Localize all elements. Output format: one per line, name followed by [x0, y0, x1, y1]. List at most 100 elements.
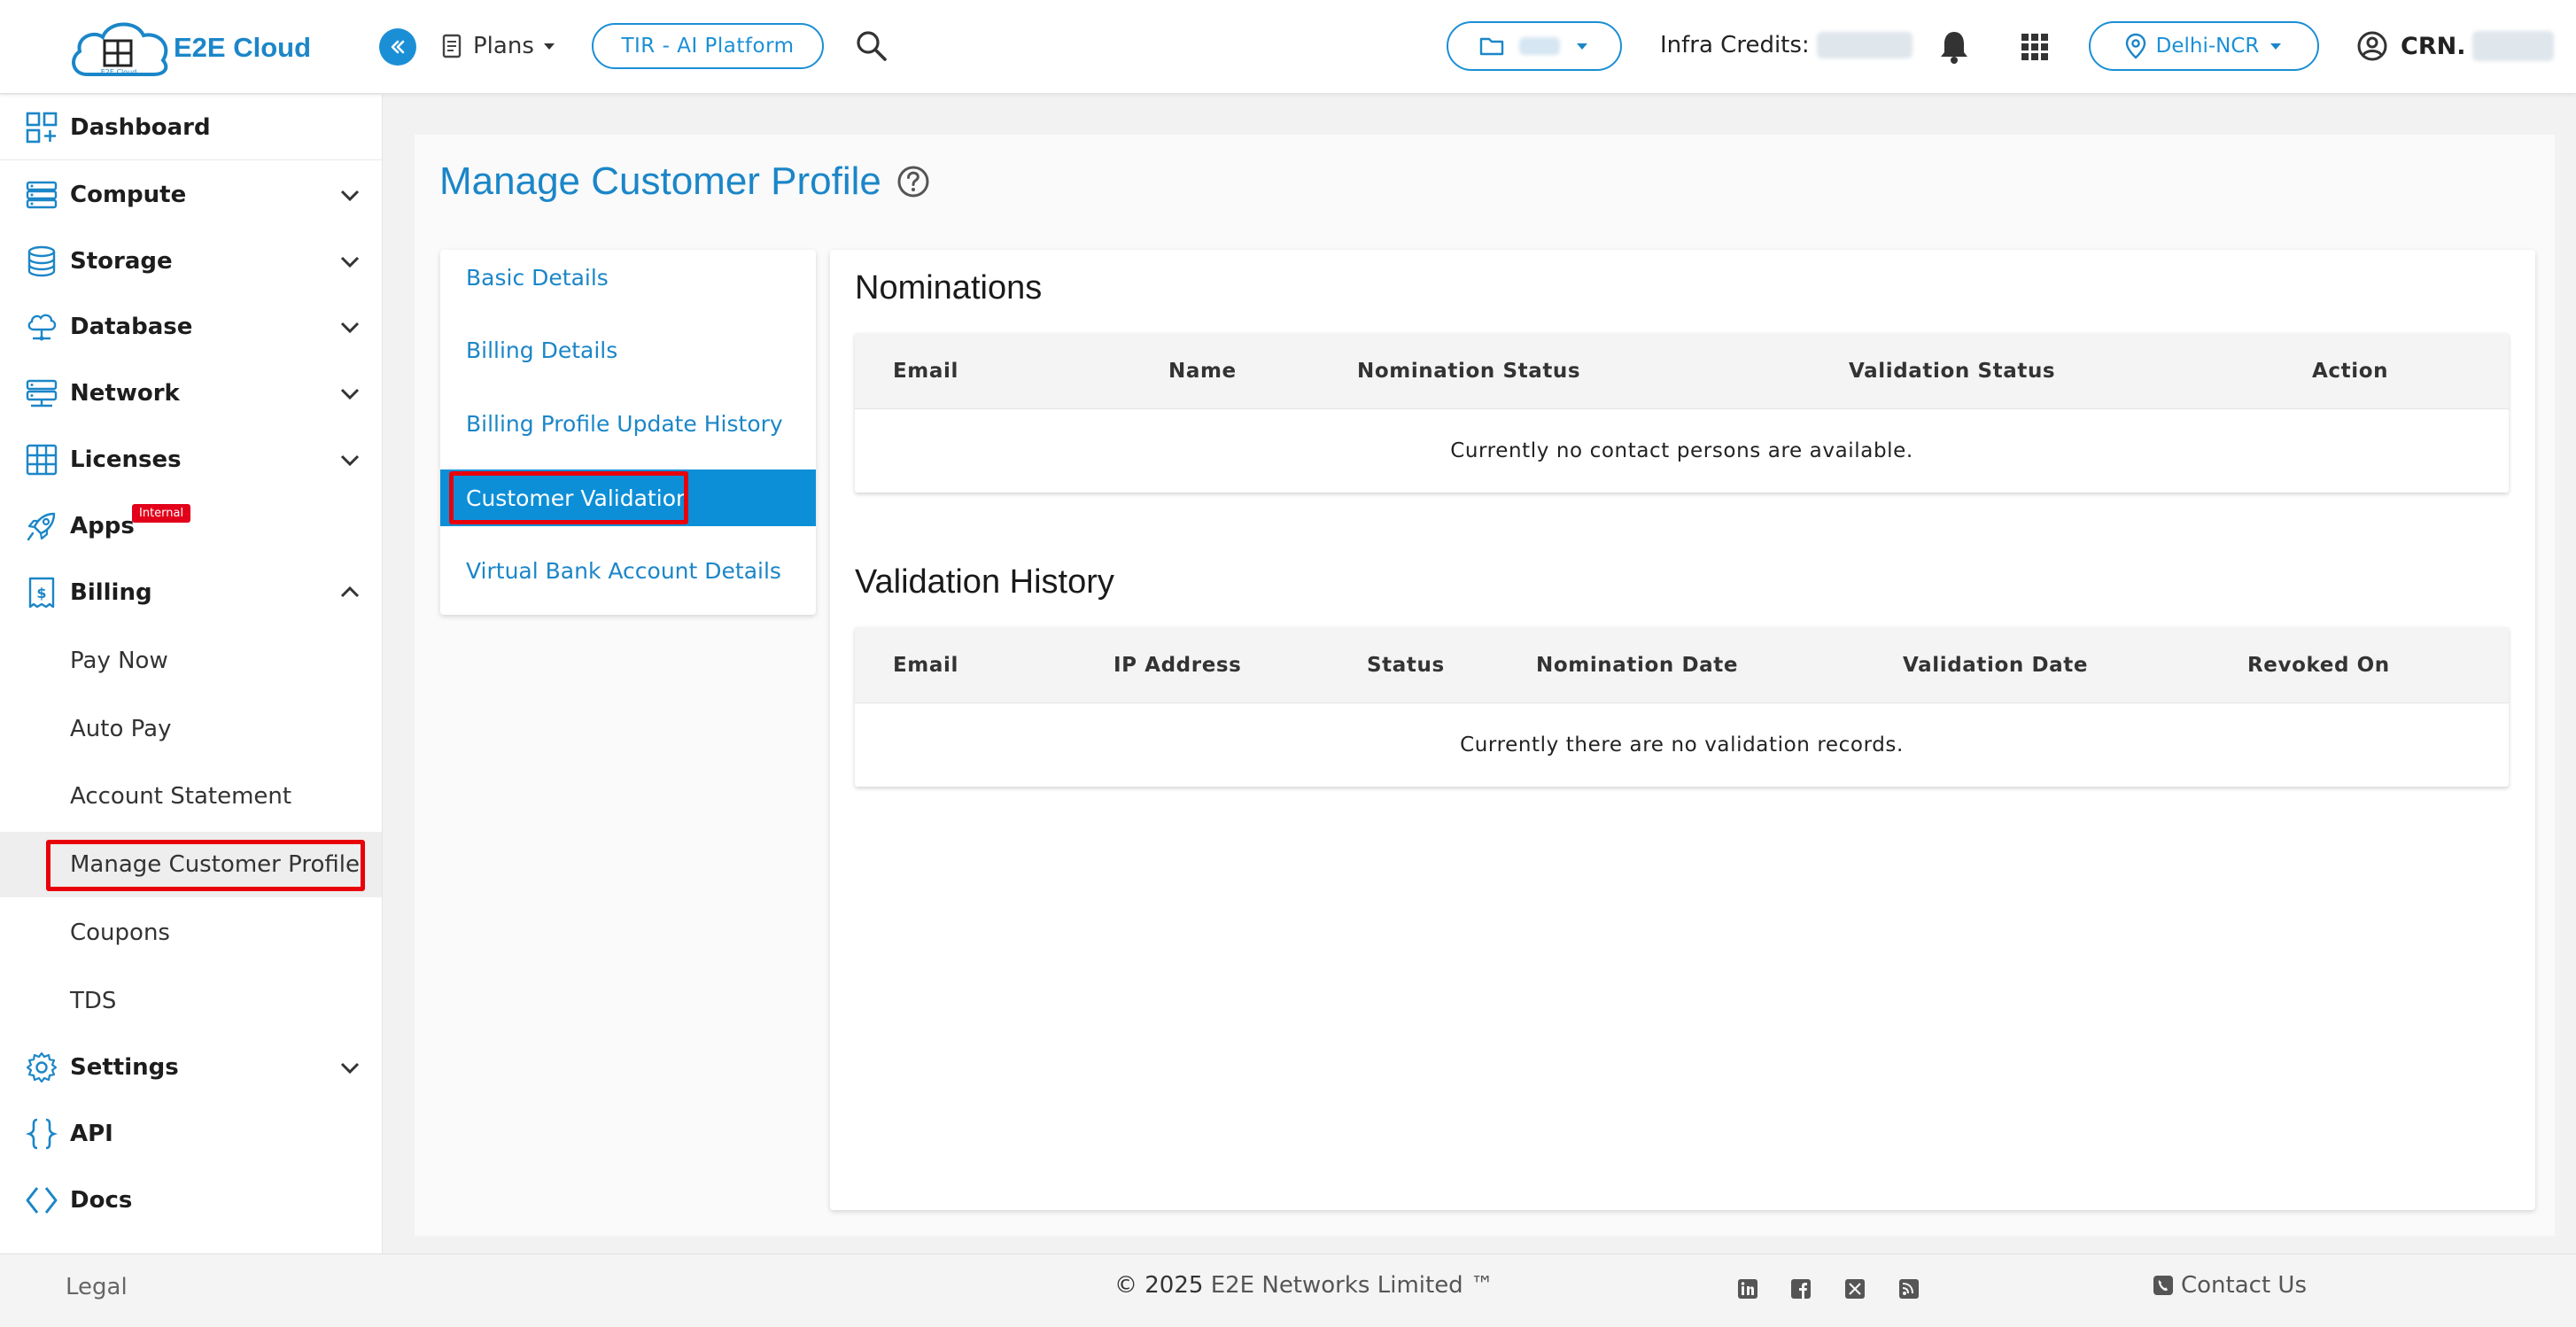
- plans-dropdown[interactable]: Plans: [439, 28, 557, 64]
- copyright-year: © 2025: [1114, 1272, 1204, 1299]
- license-table-icon: [25, 443, 58, 477]
- chevron-up-icon: [340, 586, 360, 598]
- notifications-button[interactable]: [1936, 28, 1972, 66]
- contact-us-label: Contact Us: [2181, 1272, 2307, 1299]
- sidebar-item-label: Settings: [70, 1054, 179, 1081]
- region-selector[interactable]: Delhi-NCR: [2089, 21, 2319, 71]
- tab-billing-details[interactable]: Billing Details: [440, 322, 816, 377]
- profile-tabs: Basic Details Billing Details Billing Pr…: [440, 250, 816, 615]
- facebook-icon[interactable]: [1789, 1277, 1812, 1300]
- curly-braces-icon: [25, 1117, 58, 1151]
- e2e-cloud-logo[interactable]: E2E Cloud: [67, 16, 174, 81]
- tab-virtual-bank-account-details[interactable]: Virtual Bank Account Details: [440, 543, 816, 598]
- sidebar-item-apps[interactable]: Apps: [0, 493, 382, 559]
- highlight-box: [449, 471, 688, 524]
- search-button[interactable]: [854, 28, 889, 64]
- sidebar-item-network[interactable]: Network: [0, 361, 382, 426]
- sidebar-item-billing[interactable]: $ Billing: [0, 560, 382, 625]
- copyright-text: © 2025 E2E Networks Limited ™: [1114, 1272, 1494, 1299]
- account-menu[interactable]: CRN.: [2356, 30, 2555, 62]
- legal-link[interactable]: Legal: [66, 1274, 128, 1300]
- sidebar-item-settings[interactable]: Settings: [0, 1035, 382, 1100]
- dashboard-icon: [25, 111, 58, 144]
- apps-grid-button[interactable]: [2020, 32, 2050, 62]
- column-header[interactable]: Validation Status: [1849, 360, 2055, 383]
- crn-label: CRN.: [2401, 32, 2466, 60]
- page-title-text: Manage Customer Profile: [439, 159, 881, 203]
- tab-billing-profile-update-history[interactable]: Billing Profile Update History: [440, 396, 816, 451]
- tab-basic-details[interactable]: Basic Details: [440, 250, 816, 305]
- sidebar-item-label: Dashboard: [70, 113, 211, 141]
- svg-text:$: $: [36, 585, 46, 601]
- help-circle-icon[interactable]: [896, 164, 931, 199]
- internal-badge: Internal: [132, 504, 191, 523]
- column-header[interactable]: IP Address: [1113, 654, 1241, 677]
- caret-down-icon: [543, 43, 555, 50]
- brand-name[interactable]: E2E Cloud: [174, 32, 311, 64]
- chevron-down-icon: [340, 1062, 360, 1075]
- sidebar-item-label: Compute: [70, 182, 187, 208]
- linkedin-icon[interactable]: [1736, 1277, 1759, 1300]
- project-selector[interactable]: [1447, 21, 1622, 71]
- sidebar-item-docs[interactable]: Docs: [0, 1168, 382, 1233]
- bell-icon: [1941, 32, 1967, 64]
- sidebar-subitem-account-statement[interactable]: Account Statement: [0, 764, 382, 829]
- highlight-box: [46, 840, 365, 891]
- column-header[interactable]: Email: [893, 360, 958, 383]
- document-icon: [442, 34, 462, 58]
- nominations-table: Email Name Nomination Status Validation …: [855, 333, 2509, 493]
- chevron-down-icon: [340, 190, 360, 202]
- empty-state-message: Currently there are no validation record…: [1460, 733, 1904, 757]
- sidebar-subitem-coupons[interactable]: Coupons: [0, 900, 382, 966]
- code-brackets-icon: [25, 1183, 58, 1217]
- column-header[interactable]: Nomination Date: [1536, 654, 1738, 677]
- rocket-icon: [25, 509, 58, 543]
- sidebar-subitem-label: Pay Now: [70, 648, 168, 674]
- caret-down-icon: [1577, 43, 1587, 50]
- infra-credits: Infra Credits:: [1660, 32, 1913, 58]
- rss-icon[interactable]: [1897, 1277, 1920, 1300]
- collapse-sidebar-button[interactable]: [379, 28, 416, 66]
- table-header: Email Name Nomination Status Validation …: [855, 333, 2509, 409]
- plans-label: Plans: [473, 33, 534, 59]
- sidebar-item-compute[interactable]: Compute: [0, 162, 382, 228]
- chevron-down-icon: [340, 454, 360, 467]
- sidebar-item-licenses[interactable]: Licenses: [0, 427, 382, 493]
- server-icon: [25, 178, 58, 212]
- column-header[interactable]: Revoked On: [2247, 654, 2390, 677]
- region-label: Delhi-NCR: [2155, 35, 2260, 58]
- table-header: Email IP Address Status Nomination Date …: [855, 627, 2509, 703]
- sidebar-subitem-label: Account Statement: [70, 783, 292, 810]
- billing-icon: $: [25, 576, 58, 609]
- location-pin-icon: [2125, 33, 2145, 59]
- sidebar-subitem-tds[interactable]: TDS: [0, 968, 382, 1034]
- sidebar-item-database[interactable]: Database: [0, 294, 382, 360]
- sidebar-item-api[interactable]: API: [0, 1101, 382, 1167]
- sidebar-item-label: Billing: [70, 579, 152, 606]
- cloud-database-icon: [25, 310, 58, 344]
- infra-credits-value-redacted: [1816, 32, 1913, 58]
- sidebar-item-storage[interactable]: Storage: [0, 229, 382, 294]
- page-title: Manage Customer Profile: [439, 159, 931, 204]
- tab-label: Billing Details: [466, 337, 618, 363]
- column-header[interactable]: Action: [2312, 360, 2388, 383]
- empty-state-message: Currently no contact persons are availab…: [1450, 439, 1913, 462]
- column-header[interactable]: Email: [893, 654, 958, 677]
- sidebar-item-dashboard[interactable]: Dashboard: [0, 95, 382, 160]
- column-header[interactable]: Status: [1367, 654, 1445, 677]
- search-icon: [857, 31, 887, 61]
- validation-history-title: Validation History: [855, 563, 1114, 601]
- column-header[interactable]: Name: [1168, 360, 1237, 383]
- sidebar-subitem-label: TDS: [70, 988, 117, 1014]
- sidebar-subitem-label: Auto Pay: [70, 716, 172, 742]
- x-twitter-icon[interactable]: [1843, 1277, 1866, 1300]
- column-header[interactable]: Nomination Status: [1357, 360, 1580, 383]
- sidebar-item-label: Apps: [70, 513, 135, 539]
- contact-us-link[interactable]: Contact Us: [2153, 1272, 2307, 1299]
- tir-ai-platform-button[interactable]: TIR - AI Platform: [592, 23, 824, 69]
- chevron-down-icon: [340, 388, 360, 400]
- sidebar-subitem-auto-pay[interactable]: Auto Pay: [0, 696, 382, 762]
- column-header[interactable]: Validation Date: [1903, 654, 2088, 677]
- sidebar-subitem-pay-now[interactable]: Pay Now: [0, 628, 382, 694]
- gear-icon: [25, 1051, 58, 1084]
